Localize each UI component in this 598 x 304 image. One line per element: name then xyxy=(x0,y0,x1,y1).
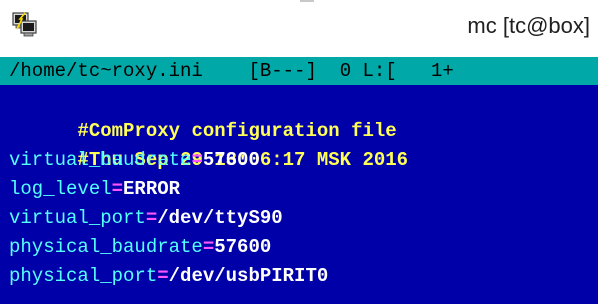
status-line-label: L:[ xyxy=(362,60,397,82)
window-title: mc [tc@box] xyxy=(467,13,590,38)
setting-key: physical_baudrate xyxy=(9,236,203,258)
setting-key: physical_port xyxy=(9,265,158,287)
setting-key: virtual_baudrate xyxy=(9,149,192,171)
setting-equals: = xyxy=(202,236,215,258)
terminal-window: mc [tc@box] /home/tc~roxy.ini [B---] 0 L… xyxy=(0,0,598,304)
editor-area[interactable]: /home/tc~roxy.ini [B---] 0 L:[ 1+ #ComPr… xyxy=(0,57,598,304)
setting-equals: = xyxy=(157,265,169,287)
status-file-path: /home/tc~roxy.ini xyxy=(9,60,203,82)
editor-line-setting: virtual_baudrate=57600 xyxy=(9,146,260,175)
title-bar-edge xyxy=(300,0,314,2)
editor-line-comment: #Thu Sep 29 13:06:17 MSK 2016 xyxy=(9,117,408,171)
status-column: 0 xyxy=(339,60,352,82)
setting-key: log_level xyxy=(9,178,112,200)
setting-equals: = xyxy=(111,178,124,200)
setting-value: ERROR xyxy=(123,178,181,200)
setting-key: virtual_port xyxy=(9,207,146,229)
putty-terminal-icon[interactable] xyxy=(12,11,38,37)
setting-value: 57600 xyxy=(202,149,260,171)
setting-equals: = xyxy=(191,149,203,171)
editor-line-setting: virtual_port=/dev/ttyS90 xyxy=(9,204,283,233)
editor-status-bar: /home/tc~roxy.ini [B---] 0 L:[ 1+ xyxy=(0,57,598,85)
status-flags: [B---] xyxy=(248,60,317,82)
editor-line-comment: #ComProxy configuration file xyxy=(9,88,396,142)
editor-line-setting: log_level=ERROR xyxy=(9,175,180,204)
editor-line-setting: physical_baudrate=57600 xyxy=(9,233,271,262)
setting-value: /dev/usbPIRIT0 xyxy=(168,265,329,287)
editor-line-setting: physical_port=/dev/usbPIRIT0 xyxy=(9,262,328,291)
setting-equals: = xyxy=(145,207,158,229)
title-bar[interactable]: mc [tc@box] xyxy=(0,0,598,57)
setting-value: 57600 xyxy=(214,236,272,258)
setting-value: /dev/ttyS90 xyxy=(157,207,283,229)
status-line-value: 1+ xyxy=(430,60,454,82)
